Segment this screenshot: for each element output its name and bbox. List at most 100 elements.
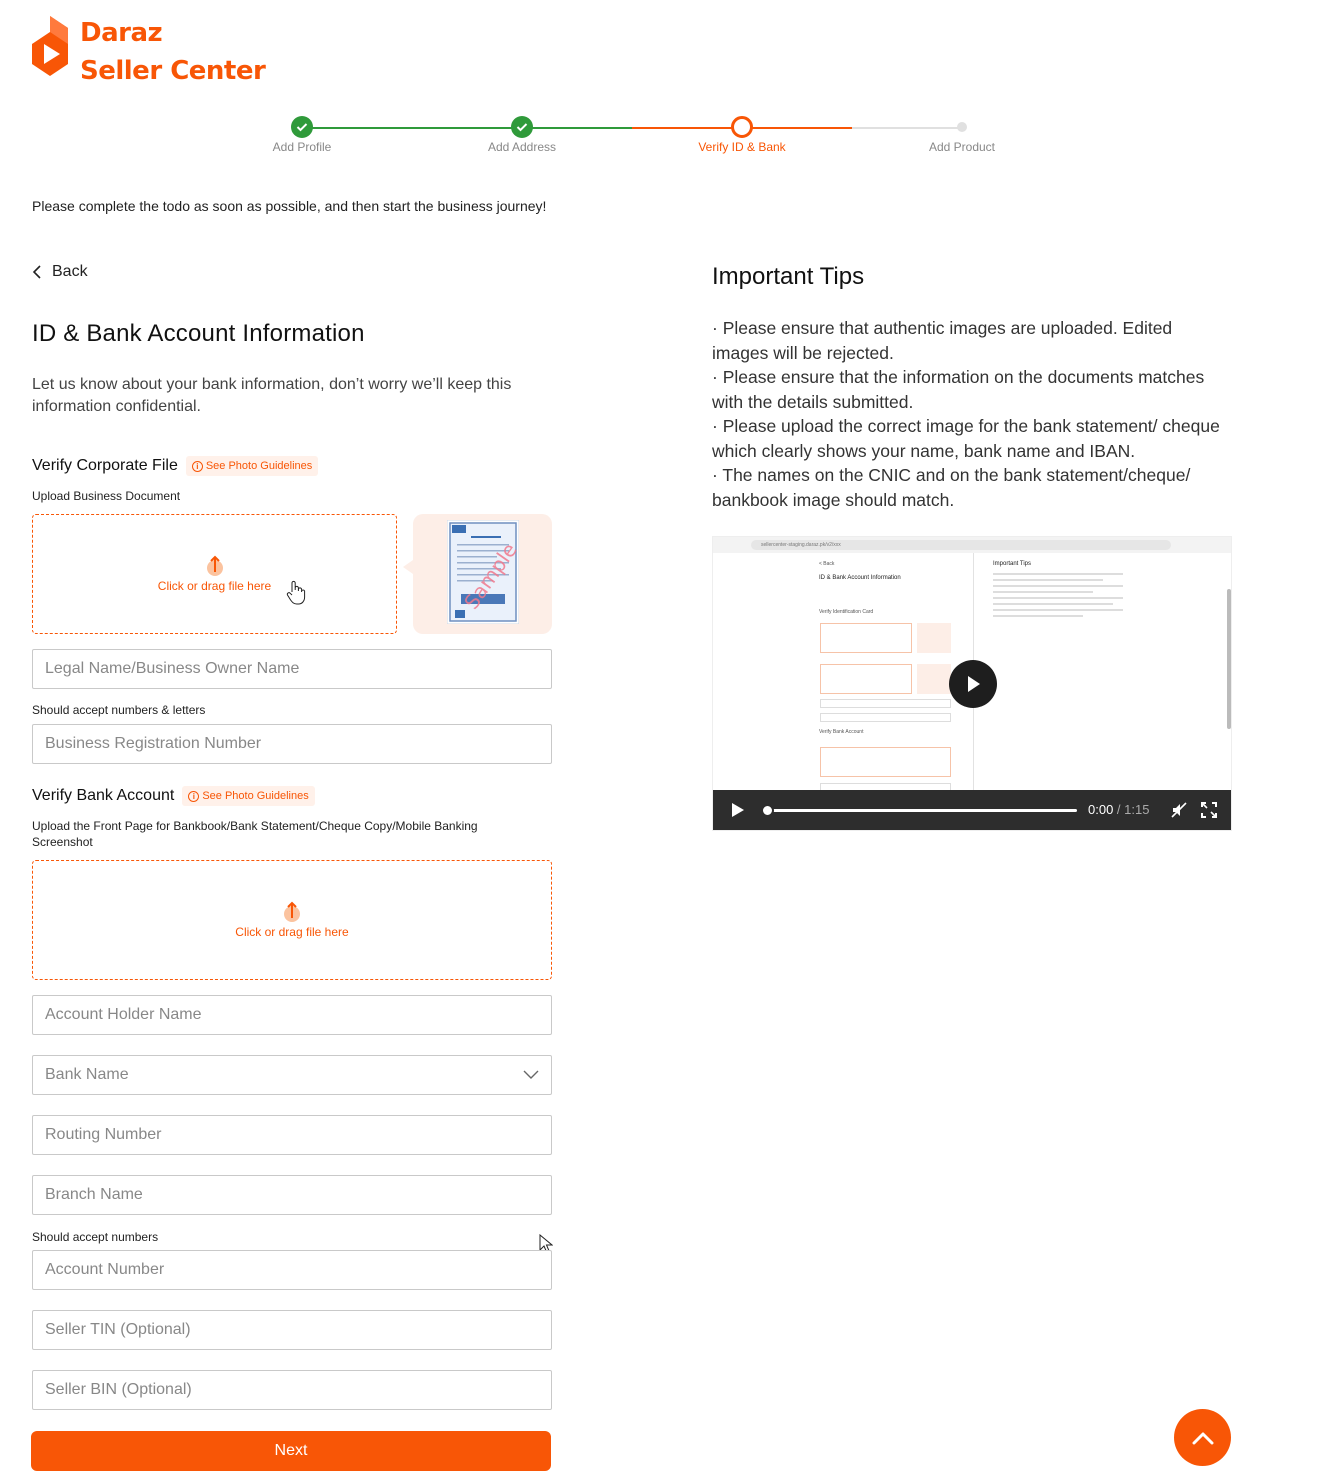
duration: 1:15 <box>1124 802 1150 817</box>
account-number-input[interactable]: Account Number <box>32 1250 552 1290</box>
bank-title: Verify Bank Account <box>32 787 175 804</box>
upload-business-label: Upload Business Document <box>32 489 181 503</box>
video-preview-back: < Back <box>819 561 835 567</box>
video-preview-scrollbar <box>1227 589 1231 729</box>
upload-text: Click or drag file here <box>235 925 349 939</box>
step-add-profile: Add Profile <box>242 116 362 154</box>
tip-item: · The names on the CNIC and on the bank … <box>712 465 1191 510</box>
guideline-label: See Photo Guidelines <box>202 790 309 802</box>
logo-text: Daraz Seller Center <box>80 14 266 90</box>
video-preview-tips-title: Important Tips <box>993 561 1032 567</box>
seller-tin-input[interactable]: Seller TIN (Optional) <box>32 1310 552 1350</box>
tutorial-video[interactable]: sellercenter-staging.daraz.pk/v2/xxx < B… <box>712 536 1232 831</box>
video-preview-box <box>917 623 951 653</box>
chevron-up-icon <box>1192 1432 1213 1444</box>
pending-step-icon <box>957 122 967 132</box>
step-verify-id-bank: Verify ID & Bank <box>682 116 802 154</box>
mute-icon[interactable] <box>1171 802 1187 818</box>
step-label: Add Profile <box>272 140 332 154</box>
guideline-label: See Photo Guidelines <box>205 460 313 472</box>
back-label: Back <box>52 263 88 280</box>
video-time: 0:00 / 1:15 <box>1088 802 1149 817</box>
check-icon <box>511 116 533 138</box>
upload-icon <box>282 901 302 923</box>
daraz-logo-icon <box>32 16 68 76</box>
seller-bin-input[interactable]: Seller BIN (Optional) <box>32 1370 552 1410</box>
tips-title: Important Tips <box>712 263 865 290</box>
sample-document-preview: Sample <box>413 514 552 634</box>
play-overlay-button[interactable] <box>949 660 997 708</box>
form-header: ID & Bank Account Information Let us kno… <box>32 320 552 418</box>
video-preview-box <box>820 747 951 777</box>
video-preview-line <box>993 591 1093 593</box>
chevron-down-icon <box>523 1070 539 1079</box>
time-separator: / <box>1113 802 1125 817</box>
step-label: Verify ID & Bank <box>698 140 786 154</box>
info-icon: i <box>191 460 203 472</box>
account-number-helper: Should accept numbers <box>32 1230 159 1244</box>
video-browser-bar: sellercenter-staging.daraz.pk/v2/xxx <box>713 537 1231 553</box>
video-url: sellercenter-staging.daraz.pk/v2/xxx <box>751 540 1171 550</box>
video-preview-line <box>993 603 1113 605</box>
logo-line-1: Daraz <box>80 18 163 48</box>
business-document-upload[interactable]: Click or drag file here <box>32 514 397 634</box>
bank-name-select[interactable]: Bank Name <box>32 1055 552 1095</box>
info-icon: i <box>188 790 200 802</box>
video-preview-field <box>820 713 951 722</box>
tip-item: · Please ensure that authentic images ar… <box>712 318 1173 363</box>
back-button[interactable]: Back <box>32 263 88 281</box>
progress-stepper: Add Profile Add Address Verify ID & Bank… <box>262 116 1022 166</box>
video-controls: 0:00 / 1:15 <box>713 790 1231 830</box>
scroll-to-top-button[interactable] <box>1174 1409 1231 1466</box>
step-add-address: Add Address <box>462 116 582 154</box>
play-icon <box>968 676 980 692</box>
current-step-icon <box>731 116 753 138</box>
upload-text: Click or drag file here <box>157 579 272 593</box>
tip-item: · Please ensure that the information on … <box>712 367 1205 412</box>
video-preview-title: ID & Bank Account Information <box>819 575 901 581</box>
photo-guidelines-link[interactable]: i See Photo Guidelines <box>182 786 315 806</box>
current-time: 0:00 <box>1088 802 1114 817</box>
video-preview-line <box>993 609 1123 611</box>
form-title: ID & Bank Account Information <box>32 320 365 347</box>
fullscreen-icon[interactable] <box>1201 802 1217 818</box>
upload-bank-label: Upload the Front Page for Bankbook/Bank … <box>32 819 478 849</box>
video-preview-line <box>993 585 1123 587</box>
video-preview-bank-section: Verify Bank Account <box>819 729 864 735</box>
bank-document-upload[interactable]: Click or drag file here <box>32 860 552 980</box>
tip-item: · Please upload the correct image for th… <box>712 416 1220 461</box>
video-preview-box <box>820 664 912 694</box>
video-preview-id-section: Verify Identification Card <box>819 609 874 615</box>
corporate-section-title: Verify Corporate File i See Photo Guidel… <box>32 456 319 476</box>
tips-list: · Please ensure that authentic images ar… <box>712 316 1232 512</box>
step-add-product: Add Product <box>902 116 1022 154</box>
photo-guidelines-link[interactable]: i See Photo Guidelines <box>185 456 319 476</box>
business-registration-input[interactable]: Business Registration Number <box>32 724 552 764</box>
account-holder-input[interactable]: Account Holder Name <box>32 995 552 1035</box>
next-button[interactable]: Next <box>31 1431 551 1471</box>
branch-name-input[interactable]: Branch Name <box>32 1175 552 1215</box>
sample-pointer <box>403 560 413 574</box>
seek-bar[interactable] <box>761 804 1077 817</box>
form-description: Let us know about your bank information,… <box>32 376 512 415</box>
video-preview-box <box>820 623 912 653</box>
step-label: Add Product <box>928 140 996 154</box>
video-preview-line <box>993 615 1083 617</box>
hand-cursor-icon <box>286 580 306 605</box>
video-preview-box <box>917 664 951 694</box>
chevron-left-icon <box>32 265 41 279</box>
bank-section-title: Verify Bank Account i See Photo Guidelin… <box>32 786 315 806</box>
video-preview-field <box>820 699 951 708</box>
legal-name-input[interactable]: Legal Name/Business Owner Name <box>32 649 552 689</box>
routing-number-input[interactable]: Routing Number <box>32 1115 552 1155</box>
video-preview-line <box>993 579 1103 581</box>
corporate-title: Verify Corporate File <box>32 457 178 474</box>
logo-line-2: Seller Center <box>80 56 266 86</box>
daraz-logo[interactable]: Daraz Seller Center <box>30 14 266 90</box>
play-button-icon[interactable] <box>731 802 745 818</box>
step-label: Add Address <box>487 140 557 154</box>
video-preview-line <box>993 573 1123 575</box>
seek-handle[interactable] <box>761 804 774 817</box>
reg-number-helper: Should accept numbers & letters <box>32 703 206 717</box>
intro-text: Please complete the todo as soon as poss… <box>32 198 547 214</box>
